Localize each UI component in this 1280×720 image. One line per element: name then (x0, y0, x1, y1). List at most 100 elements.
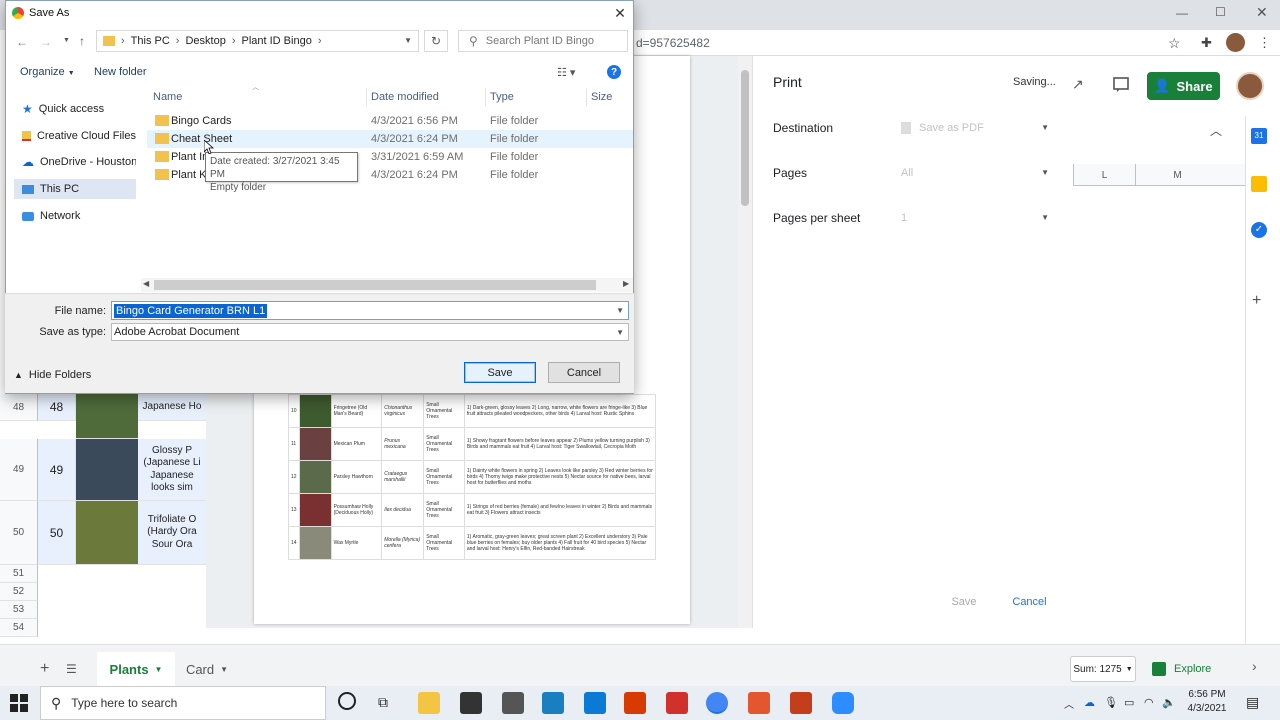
nav-creative-cloud[interactable]: Creative Cloud Files (14, 126, 136, 146)
hide-folders-button[interactable]: ▲ Hide Folders (14, 369, 91, 381)
minimize-icon[interactable]: — (1176, 6, 1188, 20)
nav-this-pc[interactable]: This PC (14, 179, 136, 199)
cell-number[interactable]: 49 (38, 439, 76, 501)
chrome-menu-icon[interactable]: ⋮ (1258, 35, 1271, 51)
cell-number[interactable]: 48 (38, 394, 76, 421)
taskbar-search[interactable]: ⚲ Type here to search (40, 686, 326, 720)
close-window-icon[interactable]: ✕ (1256, 4, 1268, 21)
calendar-icon[interactable]: 31 (1251, 128, 1267, 144)
row-header[interactable]: 54 (0, 619, 38, 637)
file-explorer-icon[interactable] (418, 692, 440, 714)
volume-icon[interactable]: 🔈 (1162, 696, 1176, 709)
breadcrumb-item[interactable]: This PC (131, 35, 170, 47)
filename-input[interactable]: Bingo Card Generator BRN L1 ▼ (111, 301, 629, 320)
row-header[interactable]: 49 (0, 439, 38, 501)
acrobat-icon[interactable] (666, 692, 688, 714)
address-url[interactable]: d=957625482 (636, 36, 710, 50)
add-sheet-icon[interactable]: + (40, 660, 49, 678)
forward-icon[interactable]: → (40, 35, 52, 49)
pages-per-sheet-select[interactable]: 1 ▼ (893, 205, 1053, 231)
row-header[interactable]: 50 (0, 501, 38, 565)
scroll-right-icon[interactable]: ▶ (623, 279, 629, 288)
extensions-icon[interactable]: ✚ (1201, 35, 1212, 51)
save-button[interactable]: Save (464, 362, 536, 383)
dialog-close-icon[interactable]: ✕ (612, 6, 628, 22)
powerpoint-icon[interactable] (790, 692, 812, 714)
back-icon[interactable]: ← (16, 35, 28, 49)
row-header[interactable]: 53 (0, 601, 38, 619)
cell-number[interactable]: 50 (38, 501, 76, 565)
destination-select[interactable]: Save as PDF ▼ (893, 115, 1053, 141)
refresh-button[interactable]: ↻ (424, 30, 448, 52)
show-hidden-icons-icon[interactable]: ︿ (1064, 696, 1074, 711)
explore-button[interactable]: Explore (1152, 656, 1232, 682)
account-avatar[interactable] (1236, 72, 1264, 100)
cortana-icon[interactable] (338, 692, 356, 710)
add-addon-icon[interactable]: + (1252, 292, 1261, 310)
cell-plant-name[interactable]: Trifoliate O (Hardy Ora Sour Ora (138, 501, 206, 565)
app-icon[interactable] (584, 692, 606, 714)
task-view-icon[interactable]: ⧉ (378, 694, 388, 711)
column-date-modified[interactable]: Date modified (366, 88, 484, 106)
store-icon[interactable] (460, 692, 482, 714)
share-button[interactable]: 👤 Share (1147, 72, 1220, 100)
row-header[interactable]: 52 (0, 583, 38, 601)
file-list-scrollbar-thumb[interactable] (154, 280, 596, 290)
nav-onedrive[interactable]: ☁ OneDrive - Houston C (14, 152, 136, 172)
savetype-select[interactable]: Adobe Acrobat Document ▼ (111, 323, 629, 341)
dropdown-arrow-icon[interactable]: ▼ (616, 306, 624, 315)
row-header[interactable]: 51 (0, 565, 38, 583)
tab-plants[interactable]: Plants ▼ (97, 652, 175, 686)
up-icon[interactable]: ↑ (79, 34, 85, 48)
column-header-m[interactable]: M (1135, 164, 1219, 186)
breadcrumb-item[interactable]: Desktop (185, 35, 225, 47)
keep-icon[interactable] (1251, 176, 1267, 192)
scroll-left-icon[interactable]: ◀ (143, 279, 149, 288)
comment-icon[interactable] (1112, 76, 1130, 94)
tasks-icon[interactable]: ✓ (1251, 222, 1267, 238)
help-icon[interactable]: ? (607, 65, 621, 79)
plant-image[interactable] (76, 394, 138, 439)
nav-network[interactable]: Network (14, 206, 136, 226)
maximize-icon[interactable]: ☐ (1215, 5, 1226, 19)
print-save-button[interactable]: Save (933, 590, 995, 614)
tab-card[interactable]: Card ▼ (176, 652, 238, 686)
breadcrumb-item[interactable]: Plant ID Bingo (242, 35, 312, 47)
sum-indicator[interactable]: Sum: 1275 ▼ (1070, 656, 1136, 682)
dell-icon[interactable] (542, 692, 564, 714)
column-size[interactable]: Size (586, 88, 632, 106)
zoom-icon[interactable] (832, 692, 854, 714)
chrome-icon[interactable] (706, 692, 728, 714)
column-header-l[interactable]: L (1073, 164, 1135, 186)
bookmark-star-icon[interactable]: ☆ (1168, 35, 1181, 52)
notifications-icon[interactable]: ▤ (1246, 694, 1259, 711)
column-type[interactable]: Type (485, 88, 585, 106)
wifi-icon[interactable]: ◠ (1144, 696, 1154, 709)
view-options-icon[interactable]: ☷ ▾ (557, 66, 575, 79)
preview-scrollbar-thumb[interactable] (741, 70, 749, 206)
office-icon[interactable] (624, 692, 646, 714)
taskbar-clock[interactable]: 6:56 PM 4/3/2021 (1180, 688, 1234, 716)
microphone-icon[interactable]: 🎙 (1104, 696, 1118, 709)
battery-icon[interactable]: ▭ (1124, 696, 1134, 709)
plant-image[interactable] (76, 439, 138, 501)
row-header[interactable]: 48 (0, 394, 38, 421)
windows-start-icon[interactable] (10, 694, 28, 712)
profile-avatar[interactable] (1226, 33, 1245, 52)
onedrive-icon[interactable]: ☁ (1084, 696, 1095, 709)
all-sheets-icon[interactable]: ☰ (66, 662, 77, 676)
address-bar[interactable] (634, 30, 1280, 56)
cancel-button[interactable]: Cancel (548, 362, 620, 383)
print-cancel-button[interactable]: Cancel (1001, 590, 1058, 614)
mail-icon[interactable] (502, 692, 524, 714)
file-row[interactable]: Cheat Sheet 4/3/2021 6:24 PM File folder (147, 130, 633, 148)
plant-image[interactable] (76, 501, 138, 565)
snagit-icon[interactable] (748, 692, 770, 714)
trend-icon[interactable]: ↗ (1072, 76, 1084, 93)
organize-button[interactable]: Organize ▼ (20, 66, 75, 78)
file-row[interactable]: Bingo Cards 4/3/2021 6:56 PM File folder (147, 112, 633, 130)
dialog-search-input[interactable]: ⚲ Search Plant ID Bingo (458, 30, 628, 52)
new-folder-button[interactable]: New folder (94, 66, 147, 78)
nav-quick-access[interactable]: ★ Quick access (14, 99, 136, 119)
cell-plant-name[interactable]: Japanese Ho (138, 394, 206, 421)
